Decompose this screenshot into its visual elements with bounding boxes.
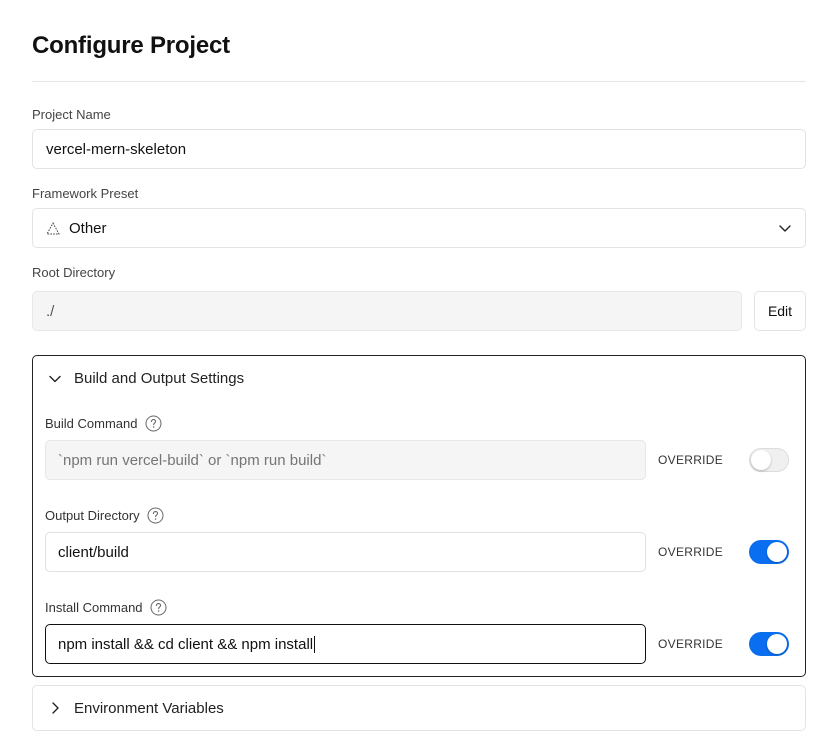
toggle-knob [767,542,787,562]
framework-preset-value: Other [69,219,107,237]
output-directory-override-toggle[interactable] [749,540,789,564]
framework-preset-label: Framework Preset [32,186,139,201]
help-icon[interactable] [150,599,167,616]
toggle-knob [751,450,771,470]
build-command-input[interactable] [45,440,646,480]
help-icon[interactable] [147,507,164,524]
build-command-label: Build Command [45,416,138,431]
build-command-override-label: OVERRIDE [658,453,724,467]
environment-variables-title: Environment Variables [74,699,224,717]
install-command-label-row: Install Command [45,599,167,616]
build-output-settings-panel: Build and Output Settings Build Command … [32,355,806,677]
edit-root-directory-button[interactable]: Edit [754,291,806,331]
title-divider [32,81,806,82]
build-command-override-toggle[interactable] [749,448,789,472]
chevron-down-icon [778,221,792,235]
chevron-down-icon [47,371,63,387]
install-command-override-toggle[interactable] [749,632,789,656]
build-command-label-row: Build Command [45,415,162,432]
framework-preset-select[interactable]: Other [32,208,806,248]
install-command-label: Install Command [45,600,143,615]
toggle-knob [767,634,787,654]
output-directory-label-row: Output Directory [45,507,164,524]
help-icon[interactable] [145,415,162,432]
build-output-settings-title: Build and Output Settings [74,370,245,387]
project-name-input[interactable] [32,129,806,169]
output-directory-input[interactable] [45,532,646,572]
install-command-value: npm install && cd client && npm install [58,635,314,653]
project-name-label: Project Name [32,107,111,122]
output-directory-label: Output Directory [45,508,140,523]
root-directory-input: ./ [32,291,742,331]
chevron-right-icon [47,700,63,716]
install-command-text-row: npm install && cd client && npm install [58,625,633,663]
build-output-settings-toggle[interactable]: Build and Output Settings [47,370,244,387]
install-command-override-label: OVERRIDE [658,637,724,651]
output-directory-override-label: OVERRIDE [658,545,724,559]
root-directory-label: Root Directory [32,265,116,280]
triangle-icon [46,221,60,235]
environment-variables-panel[interactable]: Environment Variables [32,685,806,731]
page-title: Configure Project [32,32,230,59]
install-command-input[interactable]: npm install && cd client && npm install [45,624,646,664]
text-caret [314,635,316,653]
